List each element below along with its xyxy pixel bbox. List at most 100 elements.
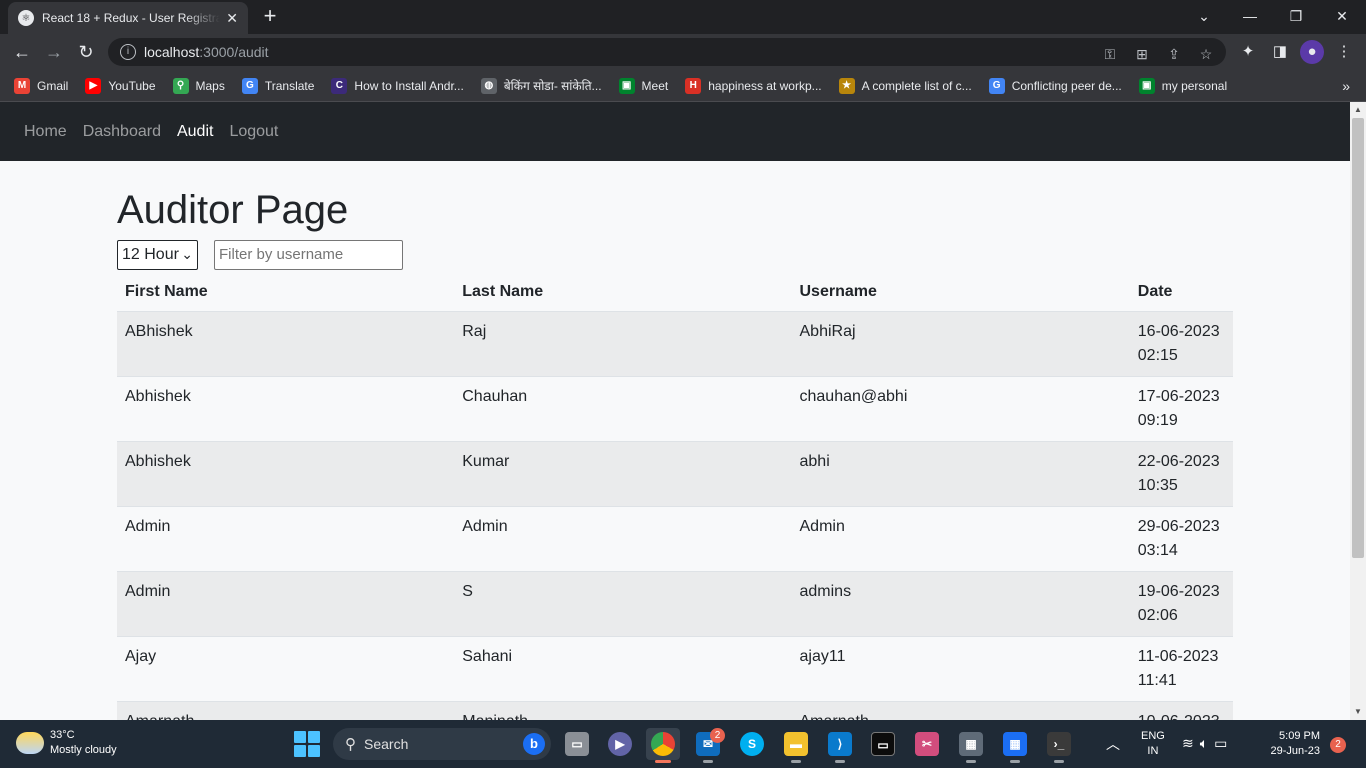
site-info-icon[interactable]: i (120, 44, 136, 60)
teams-chat-icon[interactable]: ▶ (603, 728, 637, 760)
column-header-date[interactable]: Date (1129, 273, 1233, 312)
language-indicator[interactable]: ENG IN (1141, 729, 1165, 759)
maximize-button[interactable]: ❐ (1280, 4, 1312, 28)
browser-toolbar: ← → ↻ i localhost:3000/audit ⚿ ⊞ ⇪ ☆ (0, 34, 1366, 70)
reload-icon[interactable]: ↻ (74, 40, 98, 64)
chevron-down-icon: ⌄ (181, 246, 193, 262)
page-viewport: Home Dashboard Audit Logout Auditor Page… (0, 102, 1350, 720)
calculator-icon[interactable]: ▦ (954, 728, 988, 763)
bing-icon[interactable]: b (523, 733, 545, 755)
username-filter-input[interactable]: Filter by username (214, 240, 403, 270)
nav-dashboard[interactable]: Dashboard (83, 123, 161, 141)
windows-start-icon[interactable] (294, 731, 320, 757)
nav-audit[interactable]: Audit (177, 123, 213, 141)
forward-icon[interactable]: → (42, 40, 66, 64)
bookmark-label: YouTube (108, 78, 156, 93)
terminal-icon[interactable]: ›_ (1042, 728, 1076, 763)
time-format-select[interactable]: 12 Hour ⌄ (117, 240, 198, 270)
task-view-icon[interactable]: ▭ (560, 728, 594, 760)
column-header-last-name[interactable]: Last Name (454, 273, 792, 312)
nav-logout[interactable]: Logout (229, 123, 278, 141)
time-value: 11:41 (1137, 671, 1177, 689)
tab-search-icon[interactable]: ⌄ (1188, 4, 1220, 28)
bookmark-item[interactable]: ⚲ Maps (172, 77, 225, 94)
last-name-cell: S (454, 571, 792, 637)
new-tab-button[interactable]: + (258, 4, 282, 28)
bookmark-item[interactable]: C How to Install Andr... (331, 77, 464, 94)
weather-widget[interactable]: 33°C Mostly cloudy (16, 728, 117, 758)
cloud-icon (16, 732, 44, 754)
side-panel-icon[interactable]: ◨ (1268, 40, 1292, 64)
notification-badge[interactable]: 2 (1330, 737, 1346, 753)
chevron-up-icon[interactable]: ︿ (1106, 734, 1120, 754)
time-value: 10:35 (1137, 476, 1178, 494)
site-icon: H (685, 77, 702, 94)
bookmarks-bar: M Gmail ▶ YouTube ⚲ Maps G Translate C How to Ins… (0, 70, 1366, 102)
bookmark-item[interactable]: G Translate (241, 77, 314, 94)
tray-status-icons[interactable]: ≋🔈︎▭ (1182, 735, 1233, 752)
bookmark-item[interactable]: ▣ Meet (618, 77, 668, 94)
time-format-value: 12 Hour (122, 246, 179, 263)
language-code: ENG (1141, 730, 1165, 742)
more-bookmarks-icon[interactable]: » (1342, 78, 1350, 94)
profile-avatar[interactable]: ● (1300, 40, 1324, 64)
menu-icon[interactable]: ⋮ (1332, 40, 1356, 64)
google-icon: G (988, 77, 1005, 94)
key-icon[interactable]: ⚿ (1100, 44, 1120, 64)
volume-icon: 🔈︎ (1199, 735, 1215, 751)
share-icon[interactable]: ⇪ (1164, 44, 1184, 64)
bookmark-item[interactable]: G Conflicting peer de... (988, 77, 1122, 94)
close-tab-icon[interactable]: ✕ (226, 10, 238, 27)
command-prompt-icon[interactable]: ▭ (866, 728, 900, 760)
page-scrollbar[interactable]: ▲ ▼ (1350, 102, 1366, 720)
meet-icon: ▣ (1138, 77, 1155, 94)
nav-home[interactable]: Home (24, 123, 67, 141)
bookmark-item[interactable]: M Gmail (14, 77, 68, 94)
filter-bar: 12 Hour ⌄ Filter by username (117, 240, 1233, 270)
last-name-cell: Kumar (454, 441, 792, 507)
time-value: 02:06 (1137, 606, 1178, 624)
mail-icon[interactable]: ✉ 2 (691, 728, 725, 763)
bookmark-star-icon[interactable]: ☆ (1196, 44, 1216, 64)
scroll-up-icon[interactable]: ▲ (1350, 102, 1366, 118)
region-code: IN (1147, 745, 1159, 757)
address-bar[interactable]: i localhost:3000/audit ⚿ ⊞ ⇪ ☆ (108, 38, 1226, 66)
column-header-first-name[interactable]: First Name (117, 273, 455, 312)
bookmark-item[interactable]: ▣ my personal (1138, 77, 1227, 94)
back-icon[interactable]: ← (10, 40, 34, 64)
bookmark-item[interactable]: Hhappiness at workp... (685, 77, 822, 94)
translate-page-icon[interactable]: ⊞ (1132, 44, 1152, 64)
calendar-icon[interactable]: ▦ (998, 728, 1032, 763)
search-icon: ⚲ (345, 736, 356, 753)
react-icon: ⚛ (18, 10, 34, 26)
vscode-icon[interactable]: ⟩ (823, 728, 857, 763)
bookmark-item[interactable]: ▶ YouTube (85, 77, 156, 94)
last-name-cell: Maninath (454, 701, 792, 720)
scrollbar-thumb[interactable] (1352, 118, 1364, 558)
bookmark-item[interactable]: ★ A complete list of c... (838, 77, 972, 94)
minimize-button[interactable]: — (1234, 4, 1266, 28)
first-name-cell: Ajay (117, 636, 455, 702)
username-cell: Admin (791, 506, 1130, 572)
taskbar-search[interactable]: ⚲ Search b (333, 728, 551, 760)
first-name-cell: Abhishek (117, 441, 455, 507)
first-name-cell: Amarnath (117, 701, 455, 720)
table-body: ABhishek Raj AbhiRaj 16-06-2023 02:15 Abhishe… (117, 311, 1233, 720)
bookmark-item[interactable]: ◍ बेकिंग सोडा- सांकेति... (480, 77, 602, 94)
file-explorer-icon[interactable]: ▬ (779, 728, 813, 763)
table-row: Abhishek Kumar abhi 22-06-2023 10:35 (117, 441, 1233, 507)
close-window-button[interactable]: ✕ (1326, 4, 1358, 28)
url-host: localhost (144, 44, 200, 60)
chrome-icon[interactable] (646, 728, 680, 763)
tab-title: React 18 + Redux - User Registration (42, 11, 221, 25)
clock[interactable]: 5:09 PM 29-Jun-23 (1262, 729, 1320, 759)
column-header-username[interactable]: Username (791, 273, 1130, 312)
skype-icon[interactable]: S (735, 728, 769, 760)
scroll-down-icon[interactable]: ▼ (1350, 704, 1366, 720)
audit-table: First Name Last Name Username Date ABhis… (117, 273, 1233, 720)
weather-condition: Mostly cloudy (50, 744, 117, 756)
snipping-tool-icon[interactable]: ✂ (910, 728, 944, 760)
time-value: 09:19 (1137, 411, 1178, 429)
extensions-icon[interactable]: ✦ (1236, 40, 1260, 64)
browser-tab[interactable]: ⚛ React 18 + Redux - User Registration ✕ (8, 2, 248, 34)
